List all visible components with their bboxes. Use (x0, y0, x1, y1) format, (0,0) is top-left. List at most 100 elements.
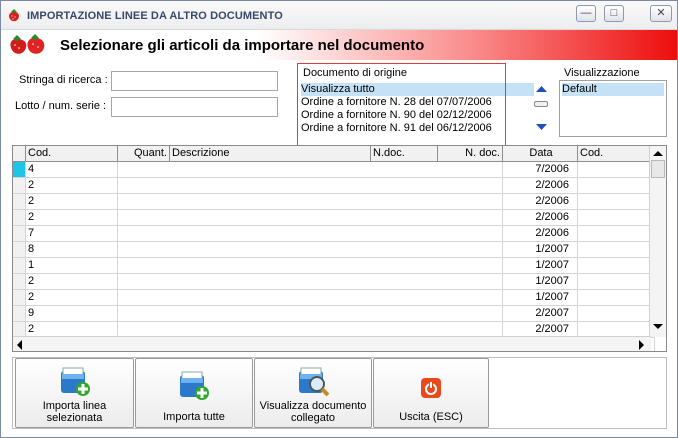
table-cell[interactable] (438, 194, 503, 210)
table-row[interactable]: 9 2/2007 (13, 306, 655, 322)
cell-cod[interactable]: 2 (26, 290, 118, 306)
cell-data[interactable]: 7/2006 (503, 162, 578, 178)
table-cell[interactable] (170, 178, 371, 194)
table-cell[interactable] (438, 226, 503, 242)
table-cell[interactable] (371, 226, 438, 242)
table-cell[interactable] (118, 258, 170, 274)
scroll-up-icon[interactable] (536, 85, 547, 93)
cell-data[interactable]: 1/2007 (503, 258, 578, 274)
table-cell[interactable] (371, 306, 438, 322)
table-cell[interactable] (118, 194, 170, 210)
table-cell[interactable] (371, 242, 438, 258)
cell-cod[interactable]: 1 (26, 258, 118, 274)
table-cell[interactable] (170, 226, 371, 242)
table-row[interactable]: 2 2/2006 (13, 178, 655, 194)
table-cell[interactable] (118, 242, 170, 258)
import-line-button[interactable]: Importa linea selezionata (15, 358, 134, 428)
col-header-ndoc2[interactable]: N. doc. (438, 146, 503, 162)
cell-cod[interactable]: 4 (26, 162, 118, 178)
cell-cod[interactable]: 8 (26, 242, 118, 258)
table-row[interactable]: 2 2/2006 (13, 194, 655, 210)
close-button[interactable]: ✕ (650, 5, 672, 22)
articles-grid[interactable]: Cod. Quant. Descrizione N.doc. N. doc. D… (12, 145, 667, 352)
table-cell[interactable] (170, 258, 371, 274)
table-cell[interactable] (118, 162, 170, 178)
row-indicator[interactable] (13, 290, 26, 306)
scroll-thumb[interactable] (534, 101, 548, 107)
table-row[interactable]: 4 7/2006 (13, 162, 655, 178)
table-cell[interactable] (438, 306, 503, 322)
view-list[interactable]: Default (559, 80, 667, 137)
table-cell[interactable] (371, 290, 438, 306)
cell-data[interactable]: 2/2007 (503, 306, 578, 322)
row-indicator[interactable] (13, 194, 26, 210)
cell-data[interactable]: 2/2006 (503, 194, 578, 210)
col-header-data[interactable]: Data (503, 146, 578, 162)
col-header-quant[interactable]: Quant. (118, 146, 170, 162)
cell-data[interactable]: 1/2007 (503, 242, 578, 258)
cell-data[interactable]: 1/2007 (503, 290, 578, 306)
table-cell[interactable] (118, 210, 170, 226)
row-indicator[interactable] (13, 178, 26, 194)
row-indicator[interactable] (13, 210, 26, 226)
table-cell[interactable] (170, 242, 371, 258)
table-cell[interactable] (438, 178, 503, 194)
table-cell[interactable] (438, 274, 503, 290)
table-cell[interactable] (578, 194, 655, 210)
cell-data[interactable]: 2/2006 (503, 226, 578, 242)
table-cell[interactable] (170, 306, 371, 322)
table-cell[interactable] (371, 194, 438, 210)
import-all-button[interactable]: Importa tutte (135, 358, 253, 428)
table-cell[interactable] (371, 178, 438, 194)
table-cell[interactable] (578, 242, 655, 258)
table-row[interactable]: 2 1/2007 (13, 290, 655, 306)
cell-cod[interactable]: 7 (26, 226, 118, 242)
table-cell[interactable] (371, 258, 438, 274)
table-cell[interactable] (170, 290, 371, 306)
table-cell[interactable] (371, 274, 438, 290)
table-cell[interactable] (118, 226, 170, 242)
table-cell[interactable] (438, 242, 503, 258)
lot-serial-input[interactable] (111, 97, 278, 117)
row-indicator[interactable] (13, 162, 26, 178)
maximize-button[interactable]: □ (604, 5, 624, 22)
cell-cod[interactable]: 9 (26, 306, 118, 322)
col-header-descrizione[interactable]: Descrizione (170, 146, 371, 162)
table-cell[interactable] (170, 162, 371, 178)
col-header-cod[interactable]: Cod. (26, 146, 118, 162)
row-indicator[interactable] (13, 242, 26, 258)
scroll-left-icon[interactable] (16, 340, 24, 350)
col-header-cod2[interactable]: Cod. (578, 146, 655, 162)
scroll-right-icon[interactable] (637, 340, 645, 350)
table-row[interactable]: 2 2/2006 (13, 210, 655, 226)
table-row[interactable]: 7 2/2006 (13, 226, 655, 242)
table-cell[interactable] (170, 274, 371, 290)
cell-cod[interactable]: 2 (26, 194, 118, 210)
table-cell[interactable] (578, 178, 655, 194)
table-cell[interactable] (578, 226, 655, 242)
table-row[interactable]: 2 1/2007 (13, 274, 655, 290)
cell-cod[interactable]: 2 (26, 210, 118, 226)
cell-data[interactable]: 2/2006 (503, 210, 578, 226)
table-cell[interactable] (438, 210, 503, 226)
table-cell[interactable] (578, 162, 655, 178)
scroll-thumb[interactable] (651, 160, 665, 178)
row-indicator[interactable] (13, 306, 26, 322)
table-cell[interactable] (371, 162, 438, 178)
row-indicator[interactable] (13, 274, 26, 290)
table-cell[interactable] (438, 162, 503, 178)
table-cell[interactable] (578, 258, 655, 274)
cell-data[interactable]: 1/2007 (503, 274, 578, 290)
table-cell[interactable] (118, 274, 170, 290)
table-cell[interactable] (118, 178, 170, 194)
table-cell[interactable] (438, 290, 503, 306)
table-cell[interactable] (118, 290, 170, 306)
grid-horizontal-scrollbar[interactable] (13, 336, 651, 351)
table-cell[interactable] (578, 290, 655, 306)
table-cell[interactable] (371, 210, 438, 226)
row-indicator[interactable] (13, 258, 26, 274)
table-cell[interactable] (578, 274, 655, 290)
table-cell[interactable] (170, 194, 371, 210)
origin-doc-scrollbar[interactable] (533, 81, 551, 136)
view-item[interactable]: Default (562, 83, 664, 96)
